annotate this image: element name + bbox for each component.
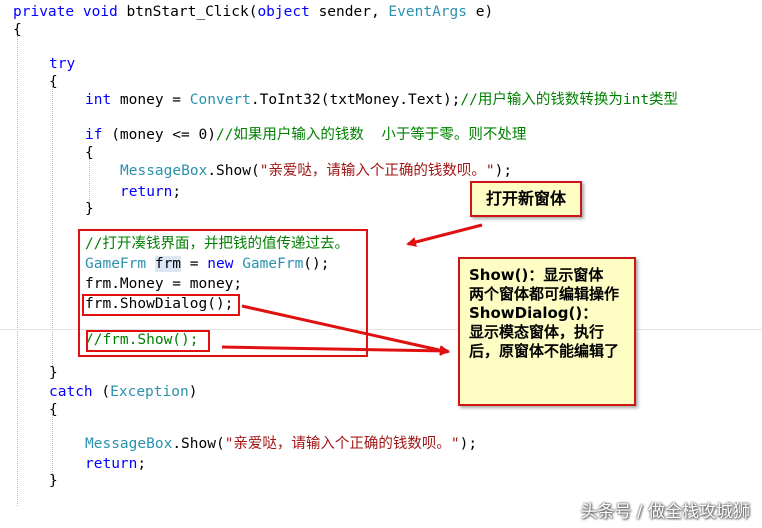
arrow-to-note-from-showdialog (241, 304, 450, 356)
watermark: 头条号 / 做全栈攻城狮 (580, 502, 750, 522)
callout-open-window: 打开新窗体 (470, 181, 582, 217)
arrow-to-note-from-show (221, 345, 450, 356)
arrow-to-comment (406, 223, 483, 247)
callout-note-line: Show()：显示窗体 (469, 266, 604, 284)
callout-note-line: 两个窗体都可编辑操作 (469, 285, 620, 303)
callout-note-line: 显示模态窗体，执行后，原窗体不能编辑了 (469, 323, 620, 360)
callout-show-vs-showdialog: Show()：显示窗体 两个窗体都可编辑操作 ShowDialog()： 显示模… (458, 257, 636, 406)
annotation-arrows (221, 223, 483, 356)
callout-note-line: ShowDialog()： (469, 304, 598, 322)
callout-title-text: 打开新窗体 (485, 189, 566, 208)
